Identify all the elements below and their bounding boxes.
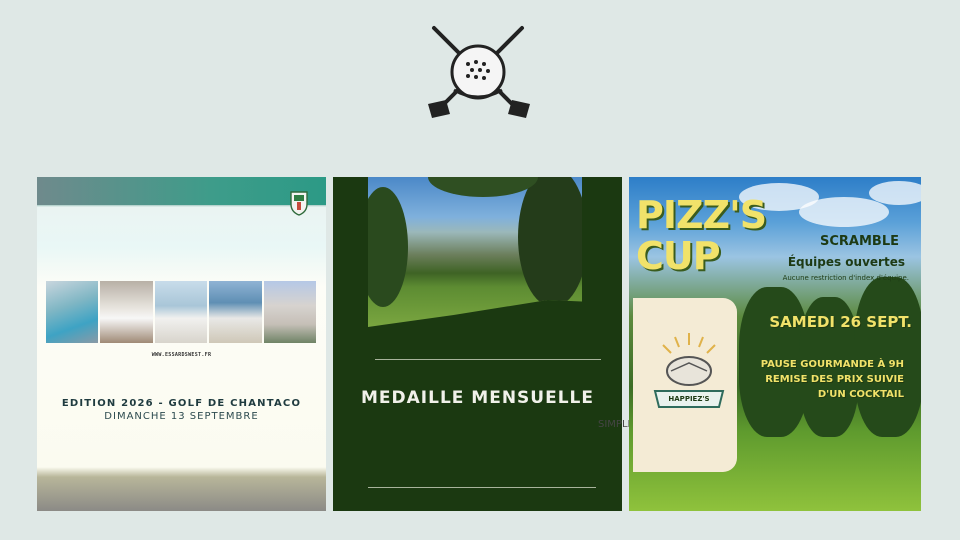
cup-title-line1: PIZZ'S bbox=[636, 193, 767, 237]
golf-course-photo bbox=[368, 177, 582, 327]
info-line-3: D'UN COCKTAIL bbox=[817, 389, 904, 400]
club-crest-icon bbox=[289, 190, 309, 216]
event-date: DIMANCHE 13 SEPTEMBRE bbox=[104, 411, 259, 422]
tree-canopy bbox=[428, 177, 538, 197]
event-info: PAUSE GOURMANDE À 9H REMISE DES PRIX SUI… bbox=[761, 357, 904, 402]
info-line-1: PAUSE GOURMANDE À 9H bbox=[760, 359, 904, 370]
sponsor-badge-label: HAPPIEZ'S bbox=[668, 395, 710, 403]
restaurant-photo bbox=[209, 281, 262, 343]
bedroom-photo bbox=[100, 281, 153, 343]
event-card-chantaco[interactable]: WWW.ESSARDSWEST.FR EDITION 2026 - GOLF D… bbox=[37, 177, 326, 511]
divider-top bbox=[375, 359, 601, 360]
restriction-note: Aucune restriction d'index d'équipe. bbox=[782, 274, 909, 282]
hotel-photos bbox=[46, 281, 317, 343]
card-header-band bbox=[37, 177, 326, 205]
website-url: WWW.ESSARDSWEST.FR bbox=[151, 352, 212, 358]
info-line-2: REMISE DES PRIX SUIVIE bbox=[765, 374, 904, 385]
divider-bottom bbox=[368, 487, 596, 488]
format-label: SCRAMBLE bbox=[820, 234, 899, 249]
cup-title-line2: CUP bbox=[636, 234, 721, 278]
spa-photo bbox=[46, 281, 99, 343]
tree-left bbox=[368, 187, 408, 307]
tree-right bbox=[518, 177, 582, 307]
pizza-logo-icon: HAPPIEZ'S bbox=[641, 327, 737, 427]
event-card-pizzs-cup[interactable]: PIZZ'S CUP SCRAMBLE Équipes ouvertes Auc… bbox=[629, 177, 921, 511]
golf-crossed-clubs-icon bbox=[424, 24, 534, 120]
cup-title: PIZZ'S CUP bbox=[636, 195, 776, 277]
terrace-photo bbox=[154, 281, 208, 343]
teams-label: Équipes ouvertes bbox=[787, 255, 905, 269]
edition-title: EDITION 2026 - GOLF DE CHANTACO bbox=[61, 398, 302, 409]
card-title: MEDAILLE MENSUELLE bbox=[360, 388, 594, 408]
cloud bbox=[869, 181, 921, 205]
cloud bbox=[799, 197, 889, 227]
hotel-building-photo bbox=[263, 281, 317, 343]
event-card-medaille[interactable]: MEDAILLE MENSUELLE bbox=[333, 177, 622, 511]
event-date: SAMEDI 26 SEPT. bbox=[769, 313, 912, 331]
